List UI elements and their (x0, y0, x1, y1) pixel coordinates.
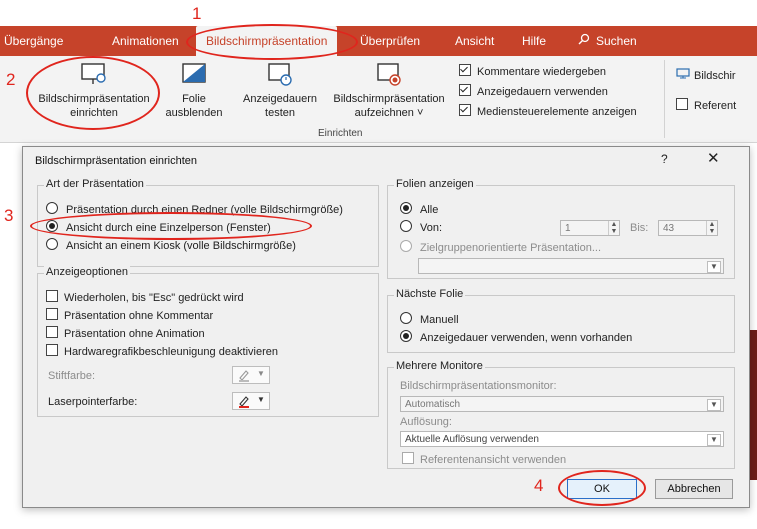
radio-all-slides[interactable]: Alle (400, 202, 438, 216)
search-icon (578, 26, 590, 56)
radio-kiosk[interactable]: Ansicht an einem Kiosk (volle Bildschirm… (46, 238, 296, 252)
radio-use-timings[interactable]: Anzeigedauer verwenden, wenn vorhanden (400, 330, 632, 344)
slideshow-monitor-label: Bildschirmpräsentationsmonitor: (400, 380, 557, 392)
check-narrations[interactable]: Kommentare wiedergeben (459, 64, 606, 78)
show-slides-legend: Folien anzeigen (394, 178, 476, 190)
presentation-type-legend: Art der Präsentation (44, 178, 146, 190)
close-button[interactable]: ✕ (707, 149, 720, 167)
record-slideshow-label-2: aufzeichnen ˅ (354, 107, 424, 119)
ribbon-divider (664, 60, 665, 138)
rehearse-timings-label-2: testen (265, 107, 295, 119)
check-loop[interactable]: Wiederholen, bis "Esc" gedrückt wird (46, 290, 244, 304)
chevron-down-icon: ▼ (707, 261, 721, 273)
check-presenter-view-dialog[interactable]: Referentenansicht verwenden (402, 452, 566, 466)
resolution-label: Auflösung: (400, 416, 452, 428)
annotation-ellipse-tab (186, 24, 358, 60)
check-timings[interactable]: Anzeigedauern verwenden (459, 84, 608, 98)
radio-icon (46, 238, 58, 250)
hide-slide-icon (180, 62, 208, 88)
ribbon-tab-bar: Übergänge Animationen Bildschirmpräsenta… (0, 26, 757, 56)
hide-slide-label-1: Folie (182, 93, 206, 105)
monitor-icon (676, 68, 690, 82)
tab-view[interactable]: Ansicht (455, 26, 494, 56)
check-no-animation[interactable]: Präsentation ohne Animation (46, 326, 205, 340)
annotation-ellipse-ok (558, 470, 646, 506)
checkbox-icon (402, 452, 414, 464)
annotation-number-2: 2 (6, 70, 16, 89)
check-no-narration[interactable]: Präsentation ohne Kommentar (46, 308, 213, 322)
rehearse-timings-icon (266, 62, 294, 88)
radio-custom-show[interactable]: Zielgruppenorientierte Präsentation... (400, 240, 601, 254)
rehearse-timings-button[interactable]: Anzeigedauern testen (238, 60, 322, 120)
tab-help[interactable]: Hilfe (522, 26, 546, 56)
show-slides-group: Folien anzeigen Alle Von: 1 ▲ ▼ Bis: 43 ▲ ▼ … (387, 178, 735, 279)
radio-icon (400, 240, 412, 252)
search-box[interactable]: Suchen (578, 26, 637, 56)
annotation-ellipse-setup (26, 56, 160, 130)
dialog-title: Bildschirmpräsentation einrichten (35, 155, 198, 167)
help-button[interactable]: ? (661, 152, 668, 166)
radio-icon (400, 330, 412, 342)
checkbox-icon (46, 344, 58, 356)
annotation-number-3: 3 (4, 206, 14, 225)
chevron-down-icon: ▼ (257, 369, 265, 378)
setup-show-dialog: Bildschirmpräsentation einrichten ? ✕ Ar… (22, 146, 750, 508)
pen-color-label: Stiftfarbe: (48, 370, 96, 382)
check-media-controls[interactable]: Mediensteuerelemente anzeigen (459, 104, 637, 118)
tab-transitions[interactable]: Übergänge (4, 26, 63, 56)
search-label: Suchen (596, 34, 637, 48)
checkbox-icon (676, 98, 688, 110)
advance-slides-group: Nächste Folie Manuell Anzeigedauer verwe… (387, 288, 735, 353)
laser-color-label: Laserpointerfarbe: (48, 396, 138, 408)
pen-color-button[interactable]: ▼ (232, 366, 270, 384)
record-slideshow-icon (375, 62, 403, 88)
spinner-icon[interactable]: ▲ ▼ (608, 221, 619, 235)
custom-show-select[interactable]: ▼ (418, 258, 724, 274)
display-options-group: Anzeigeoptionen Wiederholen, bis "Esc" g… (37, 266, 379, 417)
chevron-down-icon: ▼ (707, 434, 721, 446)
hide-slide-label-2: ausblenden (165, 107, 223, 119)
pen-icon (237, 394, 251, 411)
checkbox-icon (459, 84, 471, 96)
checkbox-icon (46, 290, 58, 302)
display-options-legend: Anzeigeoptionen (44, 266, 130, 278)
resolution-select[interactable]: Aktuelle Auflösung verwenden ▼ (400, 431, 724, 447)
tab-animations[interactable]: Animationen (112, 26, 179, 56)
check-presenter-view[interactable]: Referent (676, 98, 736, 112)
record-slideshow-button[interactable]: Bildschirmpräsentation aufzeichnen ˅ (326, 60, 452, 120)
pen-icon (237, 368, 251, 385)
rehearse-timings-label-1: Anzeigedauern (242, 93, 317, 105)
radio-icon (46, 202, 58, 214)
multiple-monitors-legend: Mehrere Monitore (394, 360, 485, 372)
annotation-number-1: 1 (192, 4, 202, 23)
multiple-monitors-group: Mehrere Monitore Bildschirmpräsentations… (387, 360, 735, 469)
checkbox-icon (46, 308, 58, 320)
chevron-down-icon: ▼ (257, 395, 265, 404)
check-disable-hw-accel[interactable]: Hardwaregrafikbeschleunigung deaktiviere… (46, 344, 278, 358)
from-slide-input[interactable]: 1 ▲ ▼ (560, 220, 620, 236)
laser-color-button[interactable]: ▼ (232, 392, 270, 410)
monitor-dropdown[interactable]: Bildschir (676, 68, 736, 82)
to-slide-label: Bis: (630, 222, 649, 234)
radio-manual[interactable]: Manuell (400, 312, 459, 326)
checkbox-icon (459, 104, 471, 116)
slideshow-monitor-select[interactable]: Automatisch ▼ (400, 396, 724, 412)
advance-slides-legend: Nächste Folie (394, 288, 466, 300)
to-slide-input[interactable]: 43 ▲ ▼ (658, 220, 718, 236)
checkbox-icon (46, 326, 58, 338)
tab-review[interactable]: Überprüfen (360, 26, 420, 56)
spinner-icon[interactable]: ▲ ▼ (706, 221, 717, 235)
checkbox-icon (459, 64, 471, 76)
cancel-button[interactable]: Abbrechen (655, 479, 733, 499)
radio-icon (400, 220, 412, 232)
radio-icon (400, 312, 412, 324)
record-slideshow-label-1: Bildschirmpräsentation (333, 93, 445, 105)
chevron-down-icon: ▼ (707, 399, 721, 411)
radio-from-slide[interactable]: Von: (400, 220, 442, 234)
hide-slide-button[interactable]: Folie ausblenden (162, 60, 226, 120)
annotation-ellipse-individual (30, 212, 312, 240)
group-label-setup: Einrichten (318, 128, 363, 139)
annotation-number-4: 4 (534, 476, 544, 495)
radio-icon (400, 202, 412, 214)
